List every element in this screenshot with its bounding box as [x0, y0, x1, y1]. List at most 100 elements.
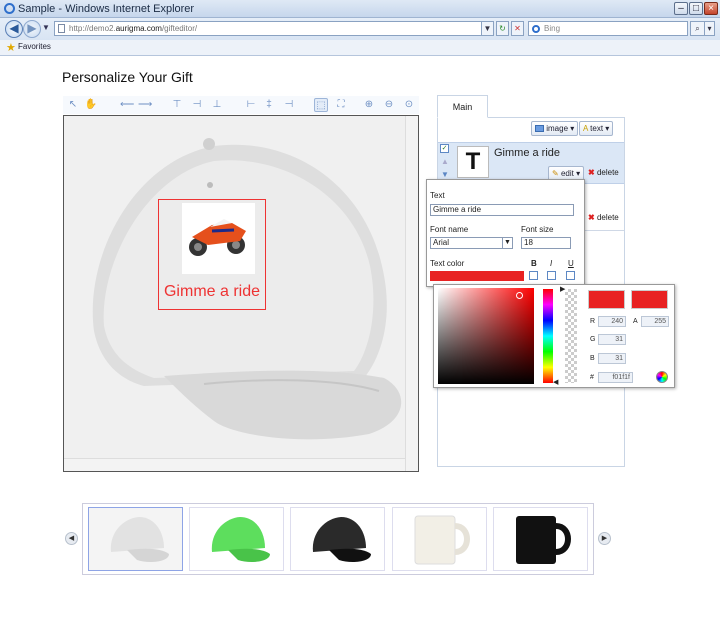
delete-layer-button[interactable]: ✖ delete [588, 213, 619, 222]
text-label: Text [430, 191, 445, 200]
font-name-label: Font name [430, 225, 469, 234]
font-size-input[interactable]: 18 [521, 237, 571, 249]
saturation-value-area[interactable] [438, 288, 534, 384]
browser-navigation-bar: ◀ ▶ ▼ http://demo2.aurigma.com/giftedito… [0, 18, 720, 40]
canvas-horizontal-scrollbar[interactable] [64, 458, 405, 471]
add-image-button[interactable]: image ▾ [531, 121, 579, 136]
hue-slider[interactable] [543, 289, 553, 383]
motorcycle-image[interactable] [182, 203, 255, 274]
scroll-right-button[interactable]: ▶ [598, 532, 611, 545]
page-title: Personalize Your Gift [62, 69, 193, 85]
align-bottom-icon[interactable]: ⊥ [210, 98, 224, 112]
product-thumb-black-cap[interactable] [290, 507, 385, 571]
bold-checkbox[interactable] [529, 271, 538, 280]
red-label: R [590, 318, 596, 325]
favorites-star-icon: ★ [6, 42, 16, 54]
text-edit-popup: Text Gimme a ride Font name Font size Ar… [426, 179, 585, 287]
add-text-button[interactable]: A text ▾ [579, 121, 614, 136]
bing-logo-icon [532, 25, 540, 33]
maximize-button[interactable]: □ [689, 2, 703, 15]
delete-icon: ✖ [588, 168, 595, 177]
stop-button[interactable]: ✕ [511, 21, 524, 36]
text-icon: A [583, 124, 588, 133]
blue-label: B [590, 355, 595, 362]
layer-item-image[interactable] [585, 187, 624, 231]
italic-checkbox[interactable] [547, 271, 556, 280]
font-size-label: Font size [521, 225, 554, 234]
pencil-icon: ✎ [552, 169, 559, 178]
canvas-text-layer[interactable]: Gimme a ride [158, 283, 266, 301]
recent-pages-dropdown[interactable]: ▼ [42, 23, 50, 32]
zoom-actual-icon[interactable]: ⊙ [402, 98, 416, 112]
font-name-select[interactable]: Arial ▼ [430, 237, 513, 249]
canvas-vertical-scrollbar[interactable] [405, 116, 418, 471]
favorites-button[interactable]: Favorites [18, 42, 51, 51]
search-input[interactable]: Bing [528, 21, 688, 36]
align-middle-icon[interactable]: ⊣ [190, 98, 204, 112]
align-top-icon[interactable]: ⊤ [170, 98, 184, 112]
pointer-tool-icon[interactable]: ↖ [66, 98, 80, 112]
undo-icon[interactable]: ⟵ [120, 98, 134, 112]
refresh-button[interactable]: ↻ [496, 21, 509, 36]
new-color-swatch [588, 290, 625, 309]
fit-page-icon[interactable]: ⛶ [334, 98, 348, 112]
italic-label: I [550, 259, 553, 268]
alpha-input[interactable]: 255 [641, 316, 669, 327]
alpha-marker-icon: ▶ [560, 286, 566, 293]
image-icon [535, 125, 544, 133]
product-thumb-black-mug[interactable] [493, 507, 588, 571]
scroll-left-button[interactable]: ◀ [65, 532, 78, 545]
window-title-bar: Sample - Windows Internet Explorer – □ × [0, 0, 720, 18]
page-icon [58, 24, 65, 33]
redo-icon[interactable]: ⟶ [138, 98, 152, 112]
align-right-icon[interactable]: ⊣ [282, 98, 296, 112]
bold-label: B [531, 259, 537, 268]
red-input[interactable]: 240 [598, 316, 626, 327]
hex-label: # [590, 374, 594, 381]
tab-main[interactable]: Main [437, 95, 488, 118]
back-button[interactable]: ◀ [5, 20, 23, 38]
underline-checkbox[interactable] [566, 271, 575, 280]
close-button[interactable]: × [704, 2, 718, 15]
window-title: Sample - Windows Internet Explorer [18, 3, 195, 15]
layer-name: Gimme a ride [494, 147, 561, 159]
search-icon[interactable]: ⌕ [690, 21, 705, 36]
pan-tool-icon[interactable]: ✋ [84, 98, 98, 112]
align-left-icon[interactable]: ⊢ [244, 98, 258, 112]
text-layer-icon: T [457, 146, 489, 178]
alpha-slider[interactable] [565, 289, 577, 383]
green-input[interactable]: 31 [598, 334, 626, 345]
zoom-in-icon[interactable]: ⊕ [362, 98, 376, 112]
product-thumb-green-cap[interactable] [189, 507, 284, 571]
fit-selection-icon[interactable]: ⬚ [314, 98, 328, 112]
layer-visible-checkbox[interactable]: ✓ [440, 144, 449, 153]
product-thumb-white-cap[interactable] [88, 507, 183, 571]
product-thumb-white-mug[interactable] [392, 507, 487, 571]
green-label: G [590, 336, 596, 343]
favorites-bar: ★ Favorites [0, 40, 720, 56]
blue-input[interactable]: 31 [598, 353, 626, 364]
move-down-arrow-icon[interactable]: ▼ [441, 170, 449, 179]
chevron-down-icon: ▼ [502, 238, 512, 248]
search-options-button[interactable]: ▾ [704, 21, 715, 36]
align-center-icon[interactable]: ‡ [262, 98, 276, 112]
color-wheel-icon[interactable] [656, 371, 668, 383]
forward-button[interactable]: ▶ [23, 20, 41, 38]
zoom-out-icon[interactable]: ⊖ [382, 98, 396, 112]
address-dropdown-button[interactable]: ▼ [481, 21, 494, 36]
color-cursor [516, 292, 523, 299]
move-up-arrow-icon[interactable]: ▲ [441, 157, 449, 166]
delete-icon: ✖ [588, 213, 595, 222]
hex-input[interactable]: f01f1f [598, 372, 633, 383]
editor-toolbar: ↖ ✋ ⟵ ⟶ ⊤ ⊣ ⊥ ⊢ ‡ ⊣ ⬚ ⛶ ⊕ ⊖ ⊙ [63, 96, 419, 114]
minimize-button[interactable]: – [674, 2, 688, 15]
underline-label: U [568, 259, 574, 268]
delete-layer-button[interactable]: ✖ delete [588, 168, 619, 177]
ie-logo-icon [4, 3, 15, 14]
text-color-label: Text color [430, 259, 465, 268]
address-bar[interactable]: http://demo2.aurigma.com/gifteditor/ [54, 21, 492, 36]
text-color-swatch[interactable] [430, 271, 524, 281]
alpha-label: A [633, 318, 638, 325]
text-input[interactable]: Gimme a ride [430, 204, 574, 216]
old-color-swatch[interactable] [631, 290, 668, 309]
